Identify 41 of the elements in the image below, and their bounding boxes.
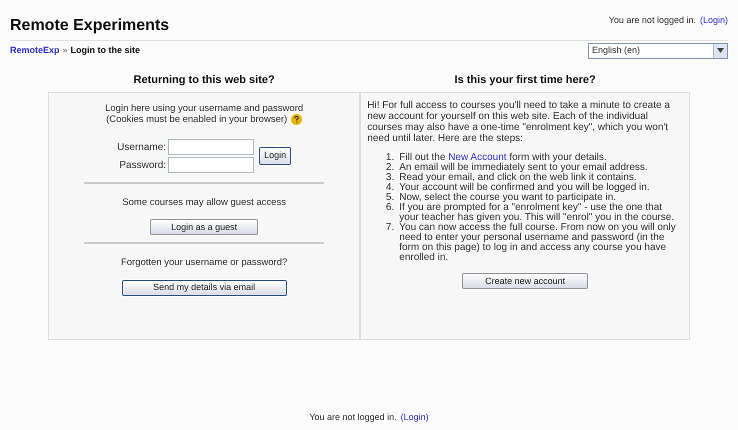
step-text: Now, select the course you want to participate in. xyxy=(399,193,616,203)
step-text: Read your email, and click on the web link it contains. xyxy=(399,173,637,183)
password-field[interactable] xyxy=(168,157,254,173)
field-label: Username: xyxy=(117,140,166,154)
step-number: 2. xyxy=(385,163,394,173)
step-text: You can now access the full course. From now on you will only need to enter your personal username and password (in the form on this page) to log in and access any course you have enrolled in. xyxy=(399,223,677,263)
login-button[interactable]: Login xyxy=(259,147,292,165)
site-title: Remote Experiments xyxy=(10,16,170,36)
intro-paragraph: Hi! For full access to courses you'll need to take a minute to create a new account for yourself on this web site. Each of the individual courses may also have a one-time "enrolment key", which you won't need until later. Here are the steps: xyxy=(367,100,671,144)
login-link[interactable]: (Login) xyxy=(700,14,728,28)
step-text: If you are prompted for a "enrolment key" - use the one that your teacher has given you. This will "enrol" you in the course. xyxy=(399,203,674,223)
instruction-text: (Cookies must be enabled in your browser) xyxy=(106,114,288,125)
breadcrumb-separator: » xyxy=(62,44,68,57)
step-number: 6. xyxy=(385,203,394,215)
new-account-link[interactable]: New Account xyxy=(448,152,507,163)
username-field[interactable] xyxy=(168,139,254,155)
step-number: 7. xyxy=(385,223,394,235)
send-details-button[interactable]: Send my details via email xyxy=(122,280,287,296)
guest-login-button[interactable]: Login as a guest xyxy=(150,219,258,236)
field-label: Password: xyxy=(118,158,166,172)
step-text: An email will be immediately sent to your email address. xyxy=(399,163,648,173)
language-select[interactable]: English (en) xyxy=(588,42,728,58)
login-status-text: You are not logged in. xyxy=(608,14,696,27)
section-heading: Is this your first time here? xyxy=(454,73,597,88)
step-text: Your account will be confirmed and you will be logged in. xyxy=(399,183,650,193)
dropdown-arrow-icon xyxy=(717,48,724,53)
help-icon[interactable] xyxy=(291,114,302,125)
step-number: 1. xyxy=(385,153,394,163)
step-number: 5. xyxy=(385,193,394,203)
breadcrumb-link[interactable]: RemoteExp xyxy=(10,44,60,58)
breadcrumb-current: Login to the site xyxy=(70,44,140,57)
login-link[interactable]: (Login) xyxy=(400,410,429,424)
instruction-text: Login here using your username and password xyxy=(105,103,304,114)
step-number: 3. xyxy=(385,173,394,183)
forgotten-password-text: Forgotten your username or password? xyxy=(120,256,288,270)
step-text: Fill out the New Account form with your details. xyxy=(399,153,607,163)
step-number: 4. xyxy=(385,183,394,193)
section-heading: Returning to this web site? xyxy=(132,73,276,88)
create-account-button[interactable]: Create new account xyxy=(462,273,588,289)
guest-access-text: Some courses may allow guest access xyxy=(122,196,286,210)
login-status-text: You are not logged in. xyxy=(309,410,397,424)
